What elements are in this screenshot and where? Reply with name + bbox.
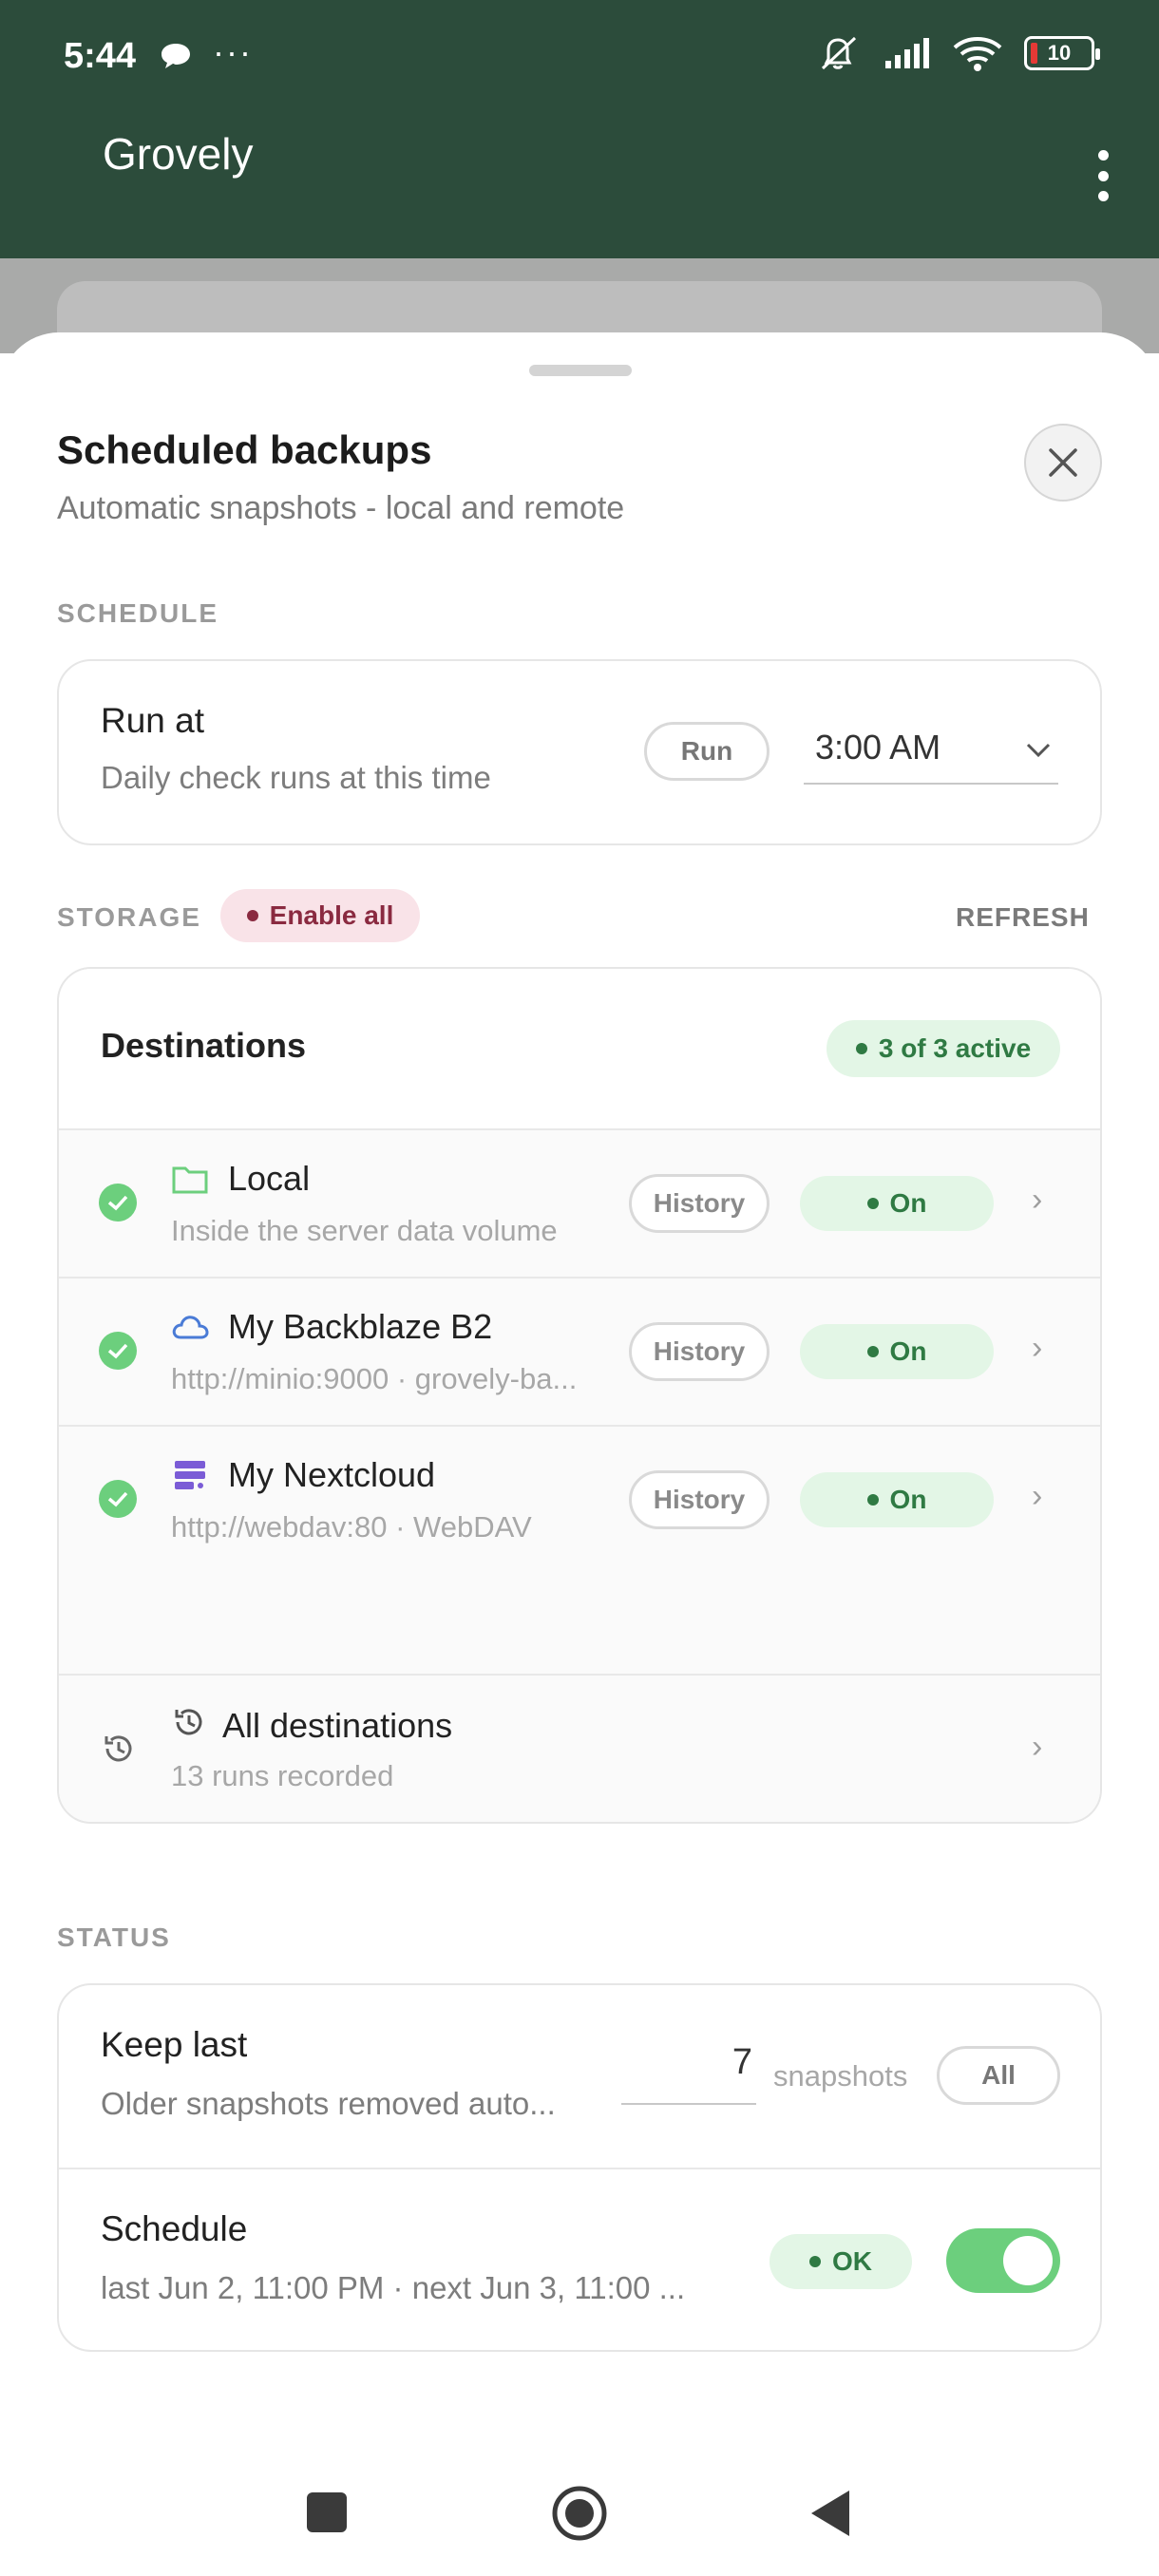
destination-detail: http://webdav:80 · WebDAV: [171, 1510, 532, 1544]
all-destinations-title: All destinations: [222, 1706, 453, 1745]
on-toggle-badge[interactable]: On: [800, 1176, 994, 1231]
battery-level: 10: [1047, 41, 1072, 65]
status-time: 5:44: [64, 36, 137, 76]
sheet-subtitle: Automatic snapshots - local and remote: [57, 490, 625, 526]
keep-last-subtitle: Older snapshots removed auto...: [101, 2086, 556, 2121]
battery-icon: 10: [1024, 36, 1100, 70]
refresh-button[interactable]: REFRESH: [956, 902, 1090, 933]
recents-button[interactable]: [307, 2492, 347, 2532]
state-label: On: [889, 1188, 927, 1218]
chat-bubble-icon: [162, 44, 190, 68]
enable-all-label: Enable all: [269, 900, 394, 930]
cloud-icon: [172, 1316, 209, 1339]
history-button[interactable]: History: [629, 1174, 770, 1233]
destination-detail: http://minio:9000 · grovely-ba...: [171, 1362, 578, 1395]
status-bar: 5:44 ··· 10: [0, 28, 1159, 85]
keep-unit-label: snapshots: [773, 2059, 908, 2093]
schedule-status-row: Schedule last Jun 2, 11:00 PM · next Jun…: [59, 2168, 1100, 2350]
toggle-knob: [1003, 2236, 1053, 2285]
destination-row-nextcloud[interactable]: My Nextcloud http://webdav:80 · WebDAV H…: [59, 1425, 1100, 1573]
home-button[interactable]: [551, 2485, 608, 2542]
overflow-menu-icon[interactable]: [1098, 150, 1110, 201]
signal-icon: [885, 38, 929, 68]
status-section-label: STATUS: [57, 1923, 171, 1952]
state-label: On: [889, 1485, 927, 1514]
back-button[interactable]: [808, 2489, 853, 2538]
schedule-card: Run at Daily check runs at this time Run…: [57, 659, 1102, 845]
scheduled-backups-sheet: Scheduled backups Automatic snapshots - …: [0, 332, 1159, 2576]
destination-detail: Inside the server data volume: [171, 1214, 558, 1247]
time-select[interactable]: 3:00 AM: [804, 720, 1058, 785]
run-at-subtitle: Daily check runs at this time: [101, 760, 491, 795]
schedule-toggle[interactable]: [946, 2228, 1060, 2293]
all-destinations-row[interactable]: All destinations 13 runs recorded ›: [59, 1674, 1100, 1822]
check-circle-icon: [99, 1332, 137, 1370]
keep-all-button[interactable]: All: [937, 2046, 1060, 2105]
chevron-down-icon: [1026, 743, 1051, 758]
history-button[interactable]: History: [629, 1322, 770, 1381]
schedule-section-label: SCHEDULE: [57, 598, 219, 628]
chevron-right-icon: ›: [1032, 1182, 1043, 1218]
close-button[interactable]: [1024, 424, 1102, 502]
keep-last-title: Keep last: [101, 2025, 248, 2064]
app-bar: 5:44 ··· 10 Grovely: [0, 0, 1159, 258]
chevron-right-icon: ›: [1032, 1729, 1043, 1765]
sheet-title: Scheduled backups: [57, 427, 432, 472]
destinations-card: Destinations 3 of 3 active Local Inside …: [57, 967, 1102, 1824]
destination-row-backblaze[interactable]: My Backblaze B2 http://minio:9000 · grov…: [59, 1277, 1100, 1425]
destination-row-local[interactable]: Local Inside the server data volume Hist…: [59, 1128, 1100, 1277]
status-card: Keep last Older snapshots removed auto..…: [57, 1983, 1102, 2352]
schedule-status-subtitle: last Jun 2, 11:00 PM · next Jun 3, 11:00…: [101, 2270, 686, 2305]
keep-last-row: Keep last Older snapshots removed auto..…: [59, 1985, 1100, 2168]
destination-name: Local: [228, 1159, 311, 1198]
check-circle-icon: [99, 1480, 137, 1518]
active-count-badge: 3 of 3 active: [826, 1020, 1060, 1077]
all-destinations-subtitle: 13 runs recorded: [171, 1759, 394, 1792]
history-button[interactable]: History: [629, 1470, 770, 1529]
close-icon: [1049, 448, 1077, 477]
destination-name: My Backblaze B2: [228, 1307, 493, 1346]
chevron-right-icon: ›: [1032, 1330, 1043, 1366]
history-icon: [104, 1735, 132, 1762]
storage-section-label: STORAGE: [57, 902, 201, 932]
chevron-right-icon: ›: [1032, 1478, 1043, 1514]
on-toggle-badge[interactable]: On: [800, 1472, 994, 1527]
state-label: On: [889, 1336, 927, 1366]
destinations-title: Destinations: [101, 1026, 307, 1065]
enable-all-dot: [246, 910, 258, 921]
server-icon: [175, 1461, 205, 1489]
folder-icon: [172, 1166, 208, 1194]
active-count-text: 3 of 3 active: [878, 1033, 1032, 1063]
history-small-icon: [175, 1709, 202, 1735]
system-nav-bar: [0, 2451, 1159, 2576]
on-toggle-badge[interactable]: On: [800, 1324, 994, 1379]
mute-icon: [821, 36, 857, 70]
enable-all-button[interactable]: Enable all: [220, 889, 420, 942]
destination-name: My Nextcloud: [228, 1455, 436, 1494]
more-notifications-icon: ···: [213, 32, 253, 71]
ok-label: OK: [832, 2246, 872, 2276]
check-circle-icon: [99, 1184, 137, 1222]
app-title: Grovely: [103, 129, 254, 179]
drag-handle[interactable]: [529, 365, 632, 376]
time-value: 3:00 AM: [815, 728, 941, 767]
run-at-title: Run at: [101, 701, 205, 740]
destinations-header: Destinations 3 of 3 active: [59, 969, 1100, 1128]
keep-count-input[interactable]: 7: [621, 2042, 756, 2105]
schedule-status-title: Schedule: [101, 2209, 248, 2248]
wifi-icon: [953, 37, 1002, 71]
ok-badge: OK: [770, 2234, 912, 2289]
run-now-button[interactable]: Run: [644, 722, 770, 781]
